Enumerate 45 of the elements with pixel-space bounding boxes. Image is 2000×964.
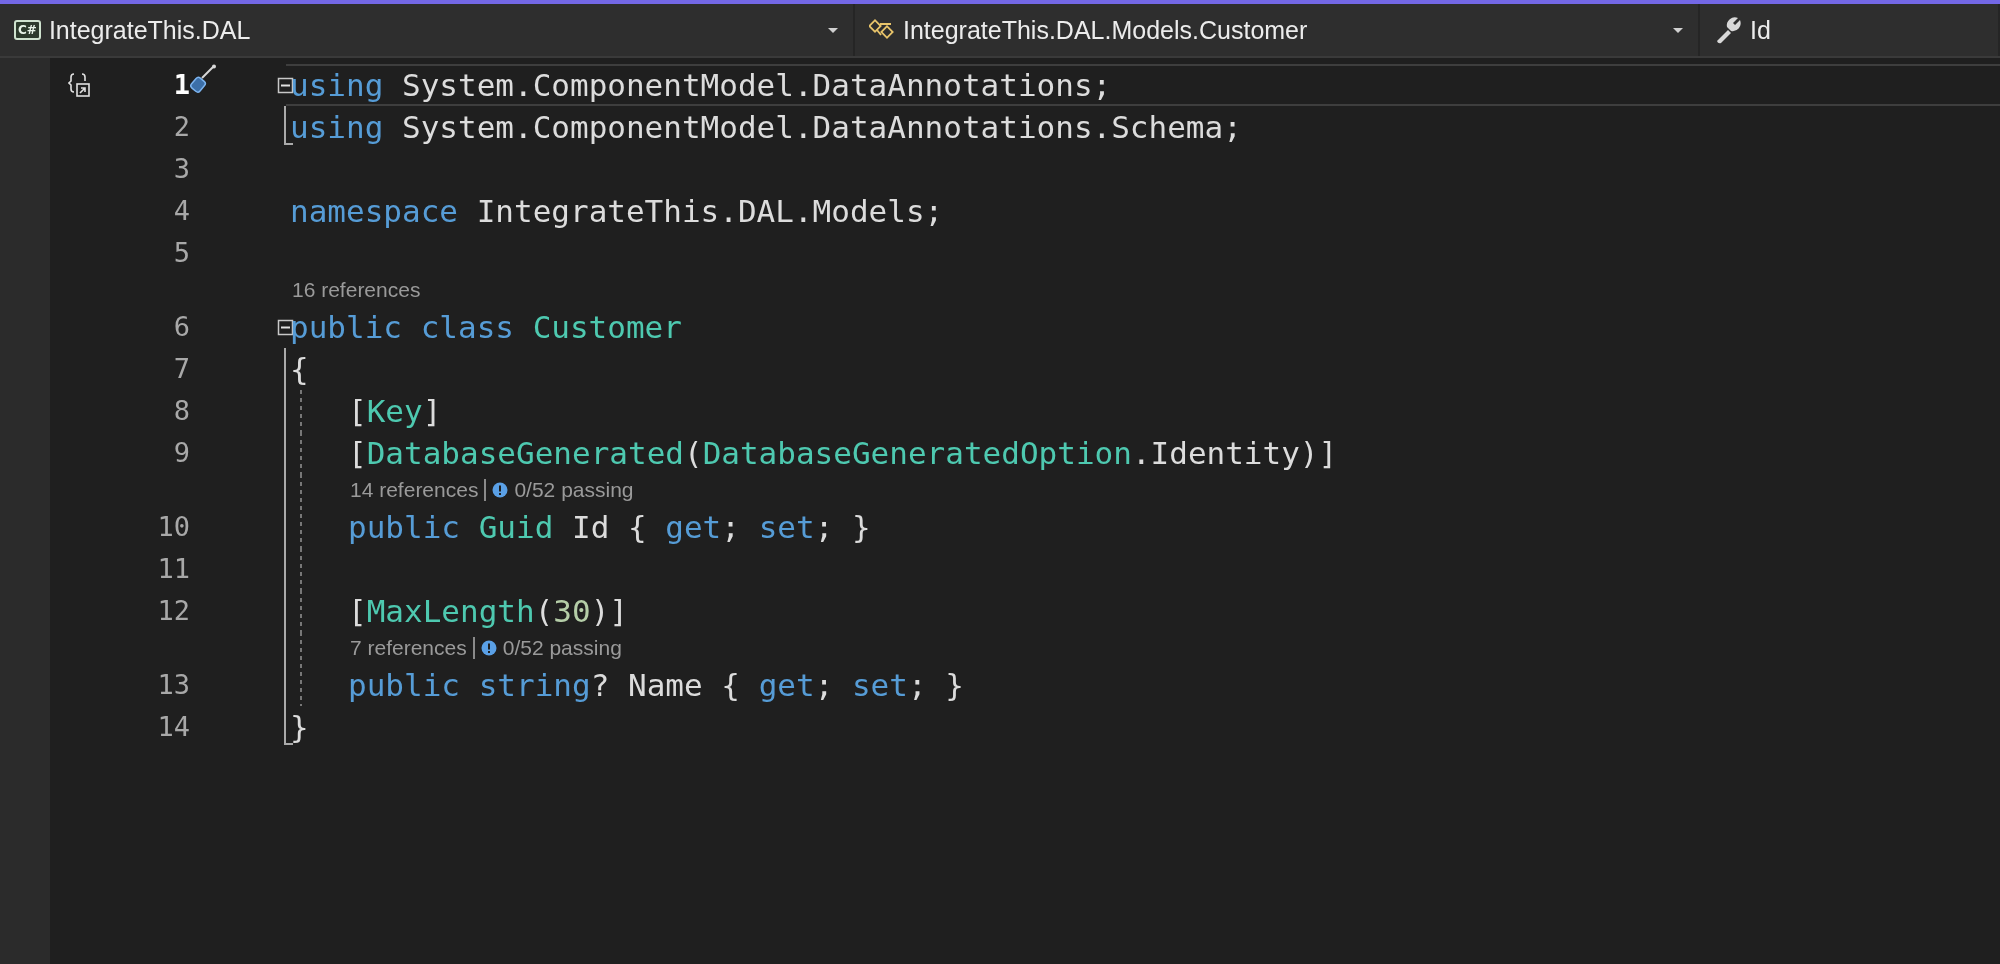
type-dropdown[interactable]: IntegrateThis.DAL.Models.Customer xyxy=(855,4,1700,56)
line-number: 13 xyxy=(156,668,190,702)
line-number: 12 xyxy=(156,594,190,628)
code-line: [MaxLength(30)] xyxy=(348,592,628,631)
fold-end-marker xyxy=(284,106,293,145)
line-number: 7 xyxy=(172,352,190,386)
caret-icon xyxy=(1672,25,1684,35)
line-number: 4 xyxy=(172,194,190,228)
collapse-toggle[interactable] xyxy=(277,76,294,94)
csharp-file-icon: C# xyxy=(14,20,41,40)
brace-shortcut-icon xyxy=(68,72,92,98)
code-line: using System.ComponentModel.DataAnnotations.Schema; xyxy=(290,108,1242,147)
tests-link[interactable]: 0/52 passing xyxy=(480,636,622,660)
caret-icon xyxy=(827,25,839,35)
code-line: } xyxy=(290,708,309,747)
references-link[interactable]: 14 references xyxy=(350,478,479,502)
member-dropdown[interactable]: Id xyxy=(1700,4,2000,56)
fold-end-marker xyxy=(284,706,293,745)
line-number: 5 xyxy=(172,236,190,270)
code-line: [Key] xyxy=(348,392,442,431)
project-dropdown[interactable]: C# IntegrateThis.DAL xyxy=(0,4,855,56)
line-number: 11 xyxy=(156,552,190,586)
references-link[interactable]: 16 references xyxy=(292,278,421,302)
code-line: public Guid Id { get; set; } xyxy=(348,508,871,547)
code-line: public class Customer xyxy=(290,308,682,347)
references-link[interactable]: 7 references xyxy=(350,636,467,660)
info-icon xyxy=(480,640,497,656)
code-line: [DatabaseGenerated(DatabaseGeneratedOption.Identity)] xyxy=(348,434,1338,473)
line-number: 9 xyxy=(172,436,190,470)
screwdriver-icon[interactable] xyxy=(190,64,218,94)
line-number: 6 xyxy=(172,310,190,344)
tests-link[interactable]: 0/52 passing xyxy=(492,478,634,502)
code-line: public string? Name { get; set; } xyxy=(348,666,964,705)
code-line: { xyxy=(290,350,309,389)
code-line: using System.ComponentModel.DataAnnotations; xyxy=(290,66,1112,105)
info-icon xyxy=(492,482,509,498)
line-number: 3 xyxy=(172,152,190,186)
wrench-icon xyxy=(1714,16,1742,44)
line-number: 14 xyxy=(156,710,190,744)
line-number: 2 xyxy=(172,110,190,144)
line-number: 10 xyxy=(156,510,190,544)
collapse-toggle[interactable] xyxy=(277,318,294,336)
code-line: namespace IntegrateThis.DAL.Models; xyxy=(290,192,944,231)
line-number: 8 xyxy=(172,394,190,428)
line-number: 1 xyxy=(172,68,190,102)
